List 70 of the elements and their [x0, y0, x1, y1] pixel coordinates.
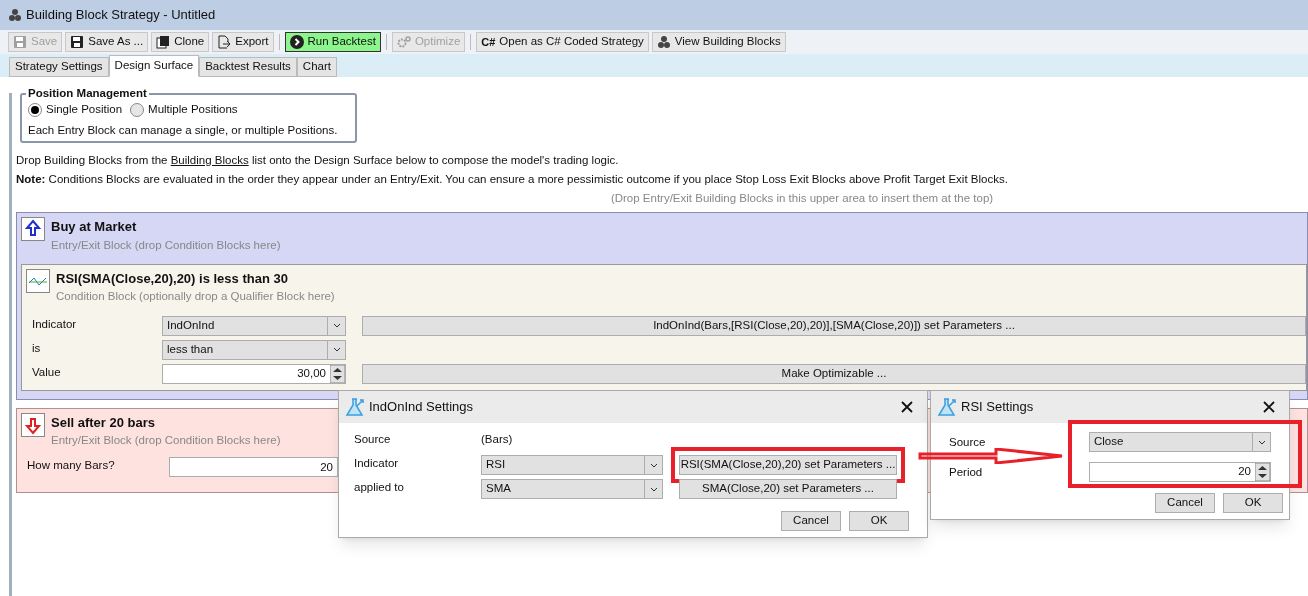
chevron-down-icon — [649, 462, 658, 468]
chevron-down-icon — [1257, 439, 1266, 445]
group-note: Each Entry Block can manage a single, or multiple Positions. — [28, 123, 339, 139]
condition-subtitle: Condition Block (optionally drop a Qualifier Block here) — [56, 289, 335, 305]
dialog-title: RSI Settings — [961, 398, 1034, 417]
number-spinner[interactable]: 20 — [1089, 462, 1271, 482]
note-text: Note: Conditions Blocks are evaluated in the order they appear under an Entry/Exit. You can ensure a more pessimistic outcome if you place Stop Loss Exit Blocks above Profit Target Exit Blocks. — [16, 172, 1009, 187]
spin-arrows-icon — [1255, 463, 1270, 481]
dialog-button[interactable]: OK — [849, 511, 909, 531]
radio-option[interactable]: Multiple Positions — [130, 101, 238, 119]
export-icon — [217, 35, 232, 49]
toolbar-button[interactable]: Run Backtest — [284, 32, 381, 52]
tab[interactable]: Chart — [296, 57, 337, 77]
parameters-button[interactable]: IndOnInd(Bars,[RSI(Close,20),20)],[SMA(Close,20)]) set Parameters ... — [362, 315, 1306, 336]
tab[interactable]: Backtest Results — [199, 57, 297, 77]
blocks-icon — [8, 8, 22, 22]
spin-arrows-icon — [330, 364, 345, 383]
tab[interactable]: Strategy Settings — [9, 57, 109, 77]
toolbar-button[interactable]: View Building Blocks — [651, 32, 786, 52]
field-value: (Bars) — [481, 432, 513, 447]
field-label: Source — [949, 435, 986, 449]
field-label: Value — [31, 364, 62, 380]
flask-icon — [937, 397, 957, 417]
dropdown[interactable]: SMA — [481, 479, 663, 499]
copy-icon — [156, 35, 171, 49]
toolbar-button[interactable]: Save As ... — [65, 32, 149, 52]
block-title: Buy at Market — [51, 218, 138, 236]
field-label: Indicator — [353, 456, 400, 471]
close-icon[interactable] — [901, 401, 913, 413]
field-label: applied to — [353, 480, 405, 495]
gears-icon — [396, 35, 411, 49]
parameters-button[interactable]: RSI(SMA(Close,20),20) set Parameters ... — [679, 455, 897, 475]
dropdown[interactable]: Close — [1089, 432, 1271, 452]
number-spinner[interactable]: 30,00 — [162, 363, 346, 384]
radio-option[interactable]: Single Position — [28, 101, 123, 119]
instruction-text: Drop Building Blocks from the Building Blocks list onto the Design Surface below to compose the model's trading logic. — [16, 153, 620, 168]
block-subtitle: Entry/Exit Block (drop Condition Blocks here) — [51, 433, 281, 448]
dialog-title: IndOnInd Settings — [369, 398, 474, 417]
toolbar-button[interactable]: C# Open as C# Coded Strategy — [476, 32, 649, 52]
window-title: Building Block Strategy - Untitled — [26, 6, 216, 25]
block-subtitle: Entry/Exit Block (drop Condition Blocks here) — [51, 237, 281, 253]
flask-icon — [345, 397, 365, 417]
drop-hint: (Drop Entry/Exit Building Blocks in this upper area to insert them at the top) — [609, 191, 994, 206]
chevron-down-icon — [332, 323, 341, 328]
field-label: is — [31, 340, 42, 356]
dialog-button[interactable]: OK — [1223, 493, 1283, 513]
dialog-button[interactable]: Cancel — [1155, 493, 1215, 513]
field-label: Source — [353, 432, 392, 447]
field-label: How many Bars? — [26, 458, 116, 474]
dropdown[interactable]: IndOnInd — [162, 315, 346, 336]
toolbar-button[interactable]: Clone — [151, 32, 210, 52]
chevron-down-icon — [332, 347, 341, 352]
blocks-icon — [656, 35, 671, 49]
dropdown[interactable]: RSI — [481, 455, 663, 475]
condition-title: RSI(SMA(Close,20),20) is less than 30 — [56, 269, 289, 288]
parameters-button[interactable]: Make Optimizable ... — [362, 363, 1306, 384]
parameters-button[interactable]: SMA(Close,20) set Parameters ... — [679, 479, 897, 499]
field-label: Period — [949, 465, 983, 479]
toolbar-button[interactable]: Export — [212, 32, 274, 52]
chevron-down-icon — [649, 486, 658, 492]
play-icon — [289, 35, 304, 49]
block-title: Sell after 20 bars — [51, 413, 157, 432]
wave-chart-icon — [26, 268, 50, 293]
building-blocks-link[interactable]: Building Blocks — [170, 154, 249, 166]
dropdown[interactable]: less than — [162, 339, 346, 360]
csharp-icon: C# — [481, 33, 496, 51]
tab[interactable]: Design Surface — [108, 55, 200, 77]
field-label: Indicator — [31, 316, 78, 332]
close-icon[interactable] — [1263, 401, 1275, 413]
dialog-button[interactable]: Cancel — [781, 511, 841, 531]
